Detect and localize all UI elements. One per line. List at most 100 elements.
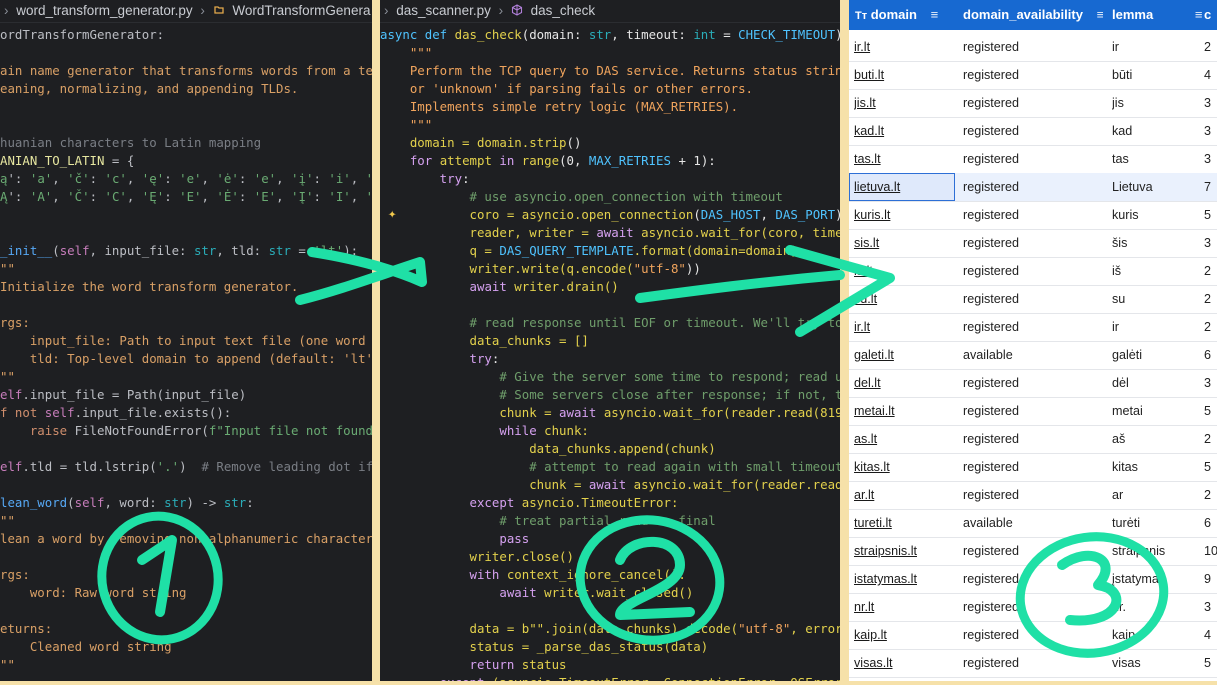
column-header-lemma[interactable]: lemma ≡ xyxy=(1112,0,1207,30)
cell-availability: available xyxy=(963,516,1013,530)
cell-domain[interactable]: galeti.lt xyxy=(854,341,954,369)
table-row[interactable]: tas.lt registered tas 3 xyxy=(849,145,1217,174)
code-token: + 1): xyxy=(670,153,716,168)
code-line: data_chunks = [] xyxy=(380,332,840,350)
table-row[interactable]: sis.lt registered šis 3 xyxy=(849,229,1217,258)
cell-domain[interactable]: del.lt xyxy=(854,369,954,397)
column-header-c[interactable]: c xyxy=(1204,0,1217,30)
cell-domain[interactable]: visas.lt xyxy=(854,649,954,677)
table-row[interactable]: tureti.lt available turėti 6 xyxy=(849,509,1217,538)
code-token: 'š' xyxy=(366,171,372,186)
cell-domain[interactable]: lietuva.lt xyxy=(854,173,954,201)
cell-domain[interactable]: as.lt xyxy=(854,425,954,453)
code-token: range xyxy=(521,153,560,168)
table-row[interactable]: del.lt registered dėl 3 xyxy=(849,369,1217,398)
code-token: CHECK_TIMEOUT xyxy=(738,27,836,42)
breadcrumb-symbol[interactable]: das_check xyxy=(531,0,596,22)
cell-lemma: galėti xyxy=(1112,348,1143,362)
table-row[interactable]: nr.lt registered nr. 3 xyxy=(849,593,1217,622)
code-line: Ą': 'A', 'Č': 'C', 'Ę': 'E', 'Ė': 'E', '… xyxy=(0,188,372,206)
table-row[interactable]: ir.lt registered ir 2 xyxy=(849,313,1217,342)
code-token: : xyxy=(238,171,254,186)
cell-count: 3 xyxy=(1204,124,1212,138)
chevron-right-icon: › xyxy=(384,3,389,18)
table-row[interactable]: metai.lt registered metai 5 xyxy=(849,397,1217,426)
breadcrumb-file[interactable]: das_scanner.py xyxy=(396,0,491,22)
cell-domain[interactable]: ar.lt xyxy=(854,481,954,509)
cell-domain[interactable]: straipsnis.lt xyxy=(854,537,954,565)
cell-domain[interactable]: kad.lt xyxy=(854,117,954,145)
cell-count: 2 xyxy=(1204,320,1212,334)
cell-domain[interactable]: buti.lt xyxy=(854,61,954,89)
cell-domain[interactable]: ir.lt xyxy=(854,33,954,61)
breadcrumb-file[interactable]: word_transform_generator.py xyxy=(16,0,192,22)
code-editor[interactable]: ordTransformGenerator: ain name generator… xyxy=(0,26,372,674)
code-token: 'ė' xyxy=(216,171,239,186)
code-token: Implements simple retry logic (MAX_RETRI… xyxy=(380,99,739,114)
code-token: "" xyxy=(0,261,15,276)
cell-availability: registered xyxy=(963,404,1020,418)
table-row[interactable]: kaip.lt registered kaip 4 xyxy=(849,621,1217,650)
table-row[interactable]: kuris.lt registered kuris 5 xyxy=(849,201,1217,230)
code-token: try xyxy=(380,351,492,366)
table-row[interactable]: ar.lt registered ar 2 xyxy=(849,481,1217,510)
cell-domain[interactable]: istatymas.lt xyxy=(854,565,954,593)
code-token: MAX_RETRIES xyxy=(588,153,671,168)
code-token: # Some servers close after response; if … xyxy=(380,387,840,402)
table-row[interactable]: lietuva.lt registered Lietuva 7 xyxy=(849,173,1217,202)
code-token: "" xyxy=(0,369,15,384)
code-token: ) xyxy=(835,27,840,42)
table-row[interactable]: su.lt registered su 2 xyxy=(849,285,1217,314)
table-row[interactable]: ir.lt registered ir 2 xyxy=(849,33,1217,62)
code-line: q = DAS_QUERY_TEMPLATE.format(domain=dom… xyxy=(380,242,840,260)
code-line: ordTransformGenerator: xyxy=(0,26,372,44)
cell-count: 3 xyxy=(1204,600,1212,614)
table-row[interactable]: straipsnis.lt registered straipsnis 10 xyxy=(849,537,1217,566)
table-row[interactable]: galeti.lt available galėti 6 xyxy=(849,341,1217,370)
code-token: ain name generator that transforms words… xyxy=(0,63,372,78)
cell-domain[interactable]: tas.lt xyxy=(854,145,954,173)
cell-domain[interactable]: kuris.lt xyxy=(854,201,954,229)
code-token: , errors xyxy=(790,621,840,636)
cell-domain[interactable]: kaip.lt xyxy=(854,621,954,649)
filter-icon[interactable]: ≡ xyxy=(931,0,939,30)
code-token: chunk = xyxy=(380,405,560,420)
column-header-domain[interactable]: Tт domain ≡ xyxy=(855,0,955,30)
table-row[interactable]: istatymas.lt registered įstatymas 9 xyxy=(849,565,1217,594)
table-row[interactable]: jis.lt registered jis 3 xyxy=(849,89,1217,118)
code-line: # treat partial read as final xyxy=(380,512,840,530)
table-row[interactable]: is.lt registered iš 2 xyxy=(849,257,1217,286)
cell-availability: registered xyxy=(963,208,1020,222)
code-token: await xyxy=(596,225,642,240)
code-line: pass xyxy=(380,530,840,548)
code-token: asyncio.wait_for(coro, timeo xyxy=(641,225,840,240)
cell-domain[interactable]: su.lt xyxy=(854,285,954,313)
cell-domain[interactable]: metai.lt xyxy=(854,397,954,425)
breadcrumb-symbol[interactable]: WordTransformGenera xyxy=(232,0,370,22)
cell-domain[interactable]: sis.lt xyxy=(854,229,954,257)
code-token: eturns: xyxy=(0,621,53,636)
table-row[interactable]: as.lt registered aš 2 xyxy=(849,425,1217,454)
cell-domain[interactable]: nr.lt xyxy=(854,593,954,621)
cell-domain[interactable]: is.lt xyxy=(854,257,954,285)
cell-domain[interactable]: ir.lt xyxy=(854,313,954,341)
table-row[interactable]: buti.lt registered būti 4 xyxy=(849,61,1217,90)
column-header-domain-availability[interactable]: domain_availability ≡ xyxy=(963,0,1103,30)
code-token: , xyxy=(52,189,68,204)
cell-domain[interactable]: tureti.lt xyxy=(854,509,954,537)
filter-icon[interactable]: ≡ xyxy=(1097,0,1103,30)
cell-domain[interactable]: jis.lt xyxy=(854,89,954,117)
cell-domain[interactable]: kitas.lt xyxy=(854,453,954,481)
table-row[interactable]: kad.lt registered kad 3 xyxy=(849,117,1217,146)
code-token: writer.drain() xyxy=(514,279,619,294)
cell-availability: registered xyxy=(963,544,1020,558)
table-row[interactable]: kitas.lt registered kitas 5 xyxy=(849,453,1217,482)
code-editor[interactable]: async def das_check(domain: str, timeout… xyxy=(380,26,840,681)
sparkle-icon[interactable]: ✦ xyxy=(388,206,396,222)
filter-icon[interactable]: ≡ xyxy=(1195,0,1203,30)
table-row[interactable]: visas.lt registered visas 5 xyxy=(849,649,1217,678)
code-token: , xyxy=(350,171,366,186)
code-token: context_ignore_cancel(): xyxy=(506,567,686,582)
code-token: self xyxy=(59,243,90,258)
